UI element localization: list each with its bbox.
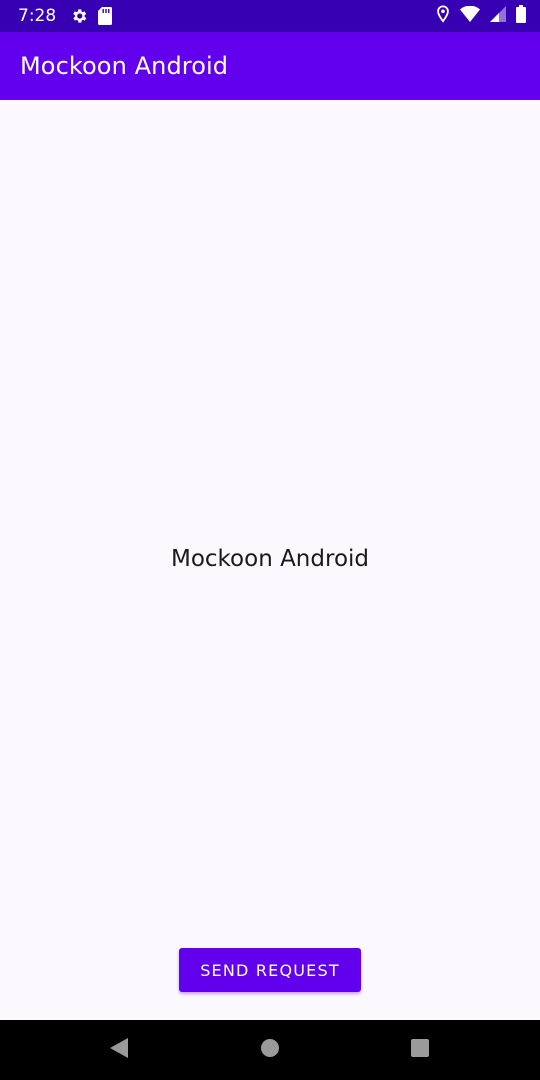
- recents-button[interactable]: [385, 1020, 455, 1080]
- gear-icon: [70, 7, 88, 25]
- battery-icon: [516, 4, 526, 28]
- navigation-bar: [0, 1020, 540, 1080]
- cellular-signal-icon: [490, 5, 506, 27]
- home-button[interactable]: [235, 1020, 305, 1080]
- home-icon: [260, 1038, 280, 1063]
- location-icon: [436, 4, 450, 28]
- status-bar: 7:28: [0, 0, 540, 32]
- main-content: Mockoon Android SEND REQUEST: [0, 100, 540, 1020]
- center-text: Mockoon Android: [170, 546, 369, 572]
- status-time: 7:28: [18, 6, 57, 26]
- back-button[interactable]: [84, 1020, 154, 1080]
- app-title: Mockoon Android: [20, 52, 229, 80]
- back-icon: [109, 1037, 129, 1064]
- app-bar: Mockoon Android: [0, 32, 540, 100]
- wifi-icon: [460, 5, 480, 27]
- sd-card-icon: [98, 7, 113, 25]
- send-request-button[interactable]: SEND REQUEST: [179, 948, 361, 992]
- recents-icon: [410, 1038, 430, 1063]
